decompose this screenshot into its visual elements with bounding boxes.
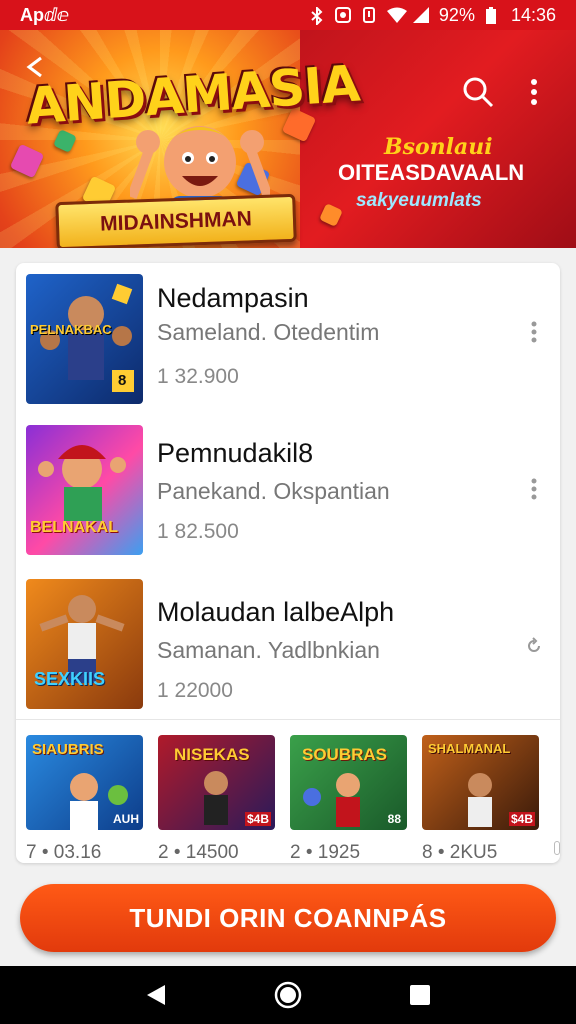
game-list-card: PELNAKBAC 8 Nedampasin Sameland. Otedent…	[16, 263, 560, 863]
list-item[interactable]: SEXKIIS Molaudan lalbeAlph Samanan. Yadl…	[16, 573, 560, 723]
status-bar: Apⅆⅇ 92% 14:36	[0, 0, 576, 30]
refresh-icon[interactable]	[524, 635, 544, 661]
status-app-label: Apⅆⅇ	[20, 4, 70, 25]
game-thumbnail: SIAUBRIS AUH	[26, 735, 143, 830]
primary-cta-button[interactable]: TUNDI ORIN COANNPÁS	[20, 884, 556, 952]
system-nav-bar	[0, 966, 576, 1024]
thumbnail-caption: NISEKAS	[174, 745, 250, 764]
grid-item-count: 2 • 1925	[290, 842, 361, 863]
grid-item[interactable]: SOUBRAS 88 2 • 1925	[290, 735, 407, 864]
thumbnail-caption: SOUBRAS	[302, 745, 388, 764]
grid-item[interactable]: SIAUBRIS AUH 7 • 03.16	[26, 735, 143, 864]
list-item[interactable]: PELNAKBAC 8 Nedampasin Sameland. Otedent…	[16, 263, 560, 413]
grid-item-count: 8 • 2KU5	[422, 842, 498, 863]
search-icon[interactable]	[458, 72, 498, 112]
bluetooth-icon	[309, 5, 325, 27]
thumbnail-caption: SIAUBRIS	[32, 741, 104, 758]
thumbnail-caption: SEXKIIS	[34, 669, 106, 689]
banner-ribbon: MIDAINSHMAN	[55, 193, 297, 248]
wifi-icon	[386, 7, 407, 23]
battery-icon	[485, 7, 501, 24]
grid-item[interactable]: SHALMANAL $4B 8 • 2KU5	[422, 735, 539, 864]
list-item-subtitle: Samanan. Yadlbnkian	[157, 637, 380, 663]
game-thumbnail: BELNAKAL	[26, 425, 143, 555]
status-time: 14:36	[510, 4, 556, 25]
list-item-count: 1 82.500	[157, 520, 239, 543]
battery-percent: 92%	[438, 4, 475, 25]
section-divider	[16, 719, 560, 720]
hero-banner: ANDAMASIA MIDAINSHMAN Bsonlaui OITEASDAV…	[0, 30, 576, 248]
list-item-count: 1 22000	[157, 679, 233, 702]
game-thumbnail: SOUBRAS 88	[290, 735, 407, 830]
signal-icon	[412, 7, 429, 23]
more-vert-icon[interactable]	[514, 72, 554, 112]
list-item[interactable]: BELNAKAL Pemnudakil8 Panekand. Okspantia…	[16, 418, 560, 568]
thumbnail-caption: PELNAKBAC	[30, 322, 112, 337]
list-item-title: Molaudan lalbeAlph	[157, 597, 395, 627]
thumbnail-tag: $4B	[508, 812, 535, 826]
game-thumbnail: PELNAKBAC 8	[26, 274, 143, 404]
grid-item-count: 2 • 14500	[158, 842, 239, 863]
list-item-subtitle: Panekand. Okspantian	[157, 478, 390, 504]
banner-subtitle-2: OITEASDAVAALN	[338, 160, 525, 185]
more-vert-icon[interactable]	[524, 321, 544, 349]
nav-home-icon[interactable]	[268, 975, 308, 1015]
list-item-title: Nedampasin	[157, 283, 309, 313]
banner-subtitle-1: Bsonlaui	[384, 134, 493, 160]
game-thumbnail: NISEKAS $4B	[158, 735, 275, 830]
grid-item-count: 7 • 03.16	[26, 842, 102, 863]
nav-back-icon[interactable]	[136, 975, 176, 1015]
scroll-edge-indicator	[554, 841, 560, 855]
vibrate-icon	[361, 7, 377, 23]
game-thumbnail: SEXKIIS	[26, 579, 143, 709]
grid-item[interactable]: NISEKAS $4B 2 • 14500	[158, 735, 275, 864]
list-item-count: 1 32.900	[157, 365, 239, 388]
thumbnail-badge: 8	[118, 372, 127, 389]
thumbnail-caption: BELNAKAL	[30, 519, 118, 536]
alarm-icon	[334, 7, 351, 23]
thumbnail-tag: $4B	[244, 812, 271, 826]
game-thumbnail: SHALMANAL $4B	[422, 735, 539, 830]
thumbnail-tag: AUH	[113, 812, 139, 826]
list-item-subtitle: Sameland. Otedentim	[157, 319, 380, 345]
thumbnail-caption: SHALMANAL	[428, 741, 511, 756]
thumbnail-tag: 88	[387, 812, 401, 826]
more-vert-icon[interactable]	[524, 478, 544, 506]
nav-recents-icon[interactable]	[400, 975, 440, 1015]
banner-subtitle-3: sakyeuumlats	[356, 190, 482, 211]
list-item-title: Pemnudakil8	[157, 438, 314, 468]
